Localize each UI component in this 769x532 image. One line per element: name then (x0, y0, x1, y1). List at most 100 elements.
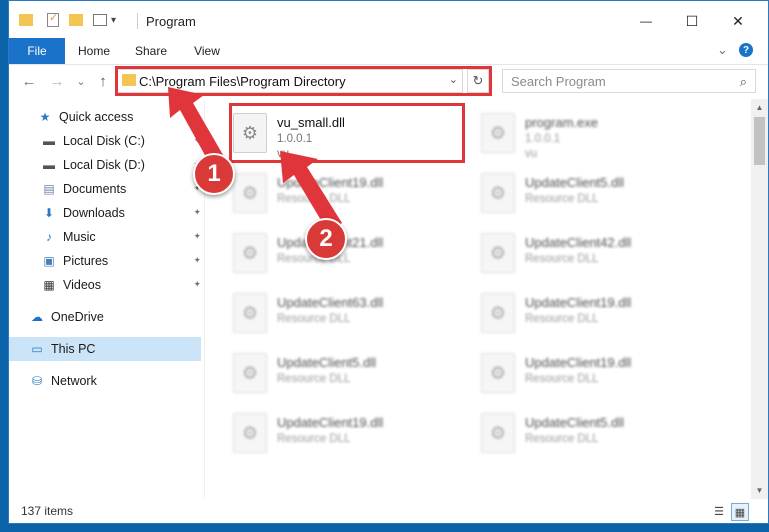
pin-icon[interactable]: ✦ (193, 207, 201, 218)
maximize-button[interactable]: ☐ (669, 7, 715, 35)
file-name: program.exe (525, 115, 598, 130)
file-item[interactable]: ⚙ UpdateClient5.dll Resource DLL (461, 407, 691, 459)
file-name: UpdateClient5.dll (525, 415, 625, 430)
search-box[interactable]: Search Program ⌕ (502, 69, 756, 93)
file-item[interactable]: ⚙ UpdateClient19.dll Resource DLL (213, 407, 443, 459)
file-highlight-box (229, 103, 465, 163)
new-folder-icon[interactable] (69, 14, 83, 26)
dll-file-icon: ⚙ (233, 353, 267, 393)
videos-icon: ▦ (43, 278, 55, 292)
sidebar-item-label: Documents (63, 182, 127, 196)
details-view-icon[interactable]: ☰ (711, 503, 727, 519)
dll-file-icon: ⚙ (481, 173, 515, 213)
quick-access-toolbar: ✓ ▾ (19, 11, 116, 29)
music-icon: ♪ (46, 230, 52, 244)
tab-home[interactable]: Home (69, 38, 119, 64)
sidebar-item-pictures[interactable]: ▣ Pictures ✦ (9, 249, 201, 273)
sidebar-item-documents[interactable]: ▤ Documents ✦ (9, 177, 201, 201)
file-item[interactable]: ⚙ UpdateClient19.dll Resource DLL (213, 167, 443, 219)
pin-icon[interactable]: ✦ (193, 231, 201, 242)
tab-view[interactable]: View (183, 38, 231, 64)
tab-share[interactable]: Share (125, 38, 177, 64)
dll-file-icon: ⚙ (233, 413, 267, 453)
pin-icon[interactable]: ✦ (193, 255, 201, 266)
properties-icon[interactable]: ✓ (47, 12, 59, 27)
view-icon[interactable] (93, 14, 107, 26)
file-item[interactable]: ⚙ UpdateClient19.dll Resource DLL (461, 347, 691, 399)
recent-locations-button[interactable]: ⌄ (71, 71, 91, 91)
sidebar-item-onedrive[interactable]: ☁ OneDrive (9, 305, 201, 329)
sidebar-item-label: This PC (51, 342, 96, 356)
pin-icon[interactable]: ✦ (193, 279, 201, 290)
file-item[interactable]: ⚙ program.exe 1.0.0.1 vu (461, 107, 691, 160)
sidebar-item-label: Videos (63, 278, 101, 292)
dll-file-icon: ⚙ (481, 353, 515, 393)
close-button[interactable]: ✕ (715, 7, 761, 35)
scroll-down-arrow-icon[interactable]: ▼ (751, 482, 768, 499)
address-highlight-box (115, 66, 492, 96)
dll-file-icon: ⚙ (481, 413, 515, 453)
dll-file-icon: ⚙ (233, 173, 267, 213)
window-title: Program (146, 14, 196, 29)
sidebar-item-label: Pictures (63, 254, 109, 268)
search-icon: ⌕ (739, 74, 747, 89)
file-description: Resource DLL (277, 373, 351, 385)
up-button[interactable]: ↑ (93, 71, 113, 91)
network-icon: ⛁ (31, 374, 43, 388)
item-count: 137 items (21, 504, 74, 518)
sidebar-item-downloads[interactable]: ⬇ Downloads ✦ (9, 201, 201, 225)
sidebar-item-label: Downloads (63, 206, 125, 220)
ribbon-tabs: File Home Share View ⌄ ? (9, 38, 768, 65)
file-name: UpdateClient5.dll (277, 355, 377, 370)
dll-file-icon: ⚙ (481, 113, 515, 153)
sidebar-item-this-pc[interactable]: ▭ This PC (9, 337, 201, 361)
cloud-icon: ☁ (31, 310, 43, 324)
sidebar-item-label: Local Disk (D:) (63, 158, 145, 172)
large-icons-view-icon[interactable]: ▦ (731, 503, 749, 521)
tab-file[interactable]: File (9, 38, 65, 64)
sidebar-item-label: OneDrive (51, 310, 104, 324)
drive-icon: ▬ (43, 158, 55, 172)
file-description: Resource DLL (277, 433, 351, 445)
sidebar-item-label: Network (51, 374, 97, 388)
sidebar-item-label: Quick access (59, 110, 134, 124)
sidebar-item-videos[interactable]: ▦ Videos ✦ (9, 273, 201, 297)
file-description: Resource DLL (525, 313, 599, 325)
file-item[interactable]: ⚙ UpdateClient63.dll Resource DLL (213, 287, 443, 339)
file-name: UpdateClient5.dll (525, 175, 625, 190)
folder-icon (19, 14, 33, 26)
documents-icon: ▤ (43, 182, 55, 196)
sidebar-item-local-disk-d[interactable]: ▬Local Disk (D:)✦ (9, 153, 201, 177)
file-item[interactable]: ⚙ UpdateClient19.dll Resource DLL (461, 287, 691, 339)
scroll-thumb[interactable] (754, 117, 765, 165)
file-description: Resource DLL (525, 433, 599, 445)
expand-ribbon-icon[interactable]: ⌄ (717, 42, 728, 58)
minimize-button[interactable]: — (623, 7, 669, 35)
file-description: vu (525, 148, 538, 160)
dll-file-icon: ⚙ (481, 233, 515, 273)
file-item[interactable]: ⚙ UpdateClient42.dll Resource DLL (461, 227, 691, 279)
sidebar-item-network[interactable]: ⛁ Network (9, 369, 201, 393)
pin-icon[interactable]: ✦ (193, 135, 201, 146)
sidebar-item-label: Music (63, 230, 96, 244)
file-description: Resource DLL (525, 193, 599, 205)
vertical-scrollbar[interactable]: ▲ ▼ (751, 99, 768, 499)
search-placeholder[interactable]: Search Program (511, 74, 606, 89)
file-name: UpdateClient19.dll (525, 295, 632, 310)
file-name: UpdateClient19.dll (277, 175, 384, 190)
customize-toolbar-chevron-icon[interactable]: ▾ (111, 15, 116, 26)
sidebar-item-local-disk-c[interactable]: ▬ Local Disk (C:) ✦ (9, 129, 201, 153)
callout-2-badge: 2 (305, 218, 347, 260)
file-list: ⚙ vu_small.dll 1.0.0.1 vu ⚙ program.exe 1.0.0.… (213, 99, 737, 499)
back-button[interactable]: ← (19, 71, 39, 91)
sidebar-item-music[interactable]: ♪ Music ✦ (9, 225, 201, 249)
file-version: 1.0.0.1 (525, 133, 561, 145)
callout-1-badge: 1 (193, 153, 235, 195)
drive-icon: ▬ (43, 134, 55, 148)
forward-button[interactable]: → (47, 71, 67, 91)
sidebar-item-quick-access[interactable]: ★ Quick access (9, 105, 201, 129)
file-item[interactable]: ⚙ UpdateClient5.dll Resource DLL (461, 167, 691, 219)
file-item[interactable]: ⚙ UpdateClient5.dll Resource DLL (213, 347, 443, 399)
help-icon[interactable]: ? (739, 43, 753, 57)
scroll-up-arrow-icon[interactable]: ▲ (751, 99, 768, 116)
